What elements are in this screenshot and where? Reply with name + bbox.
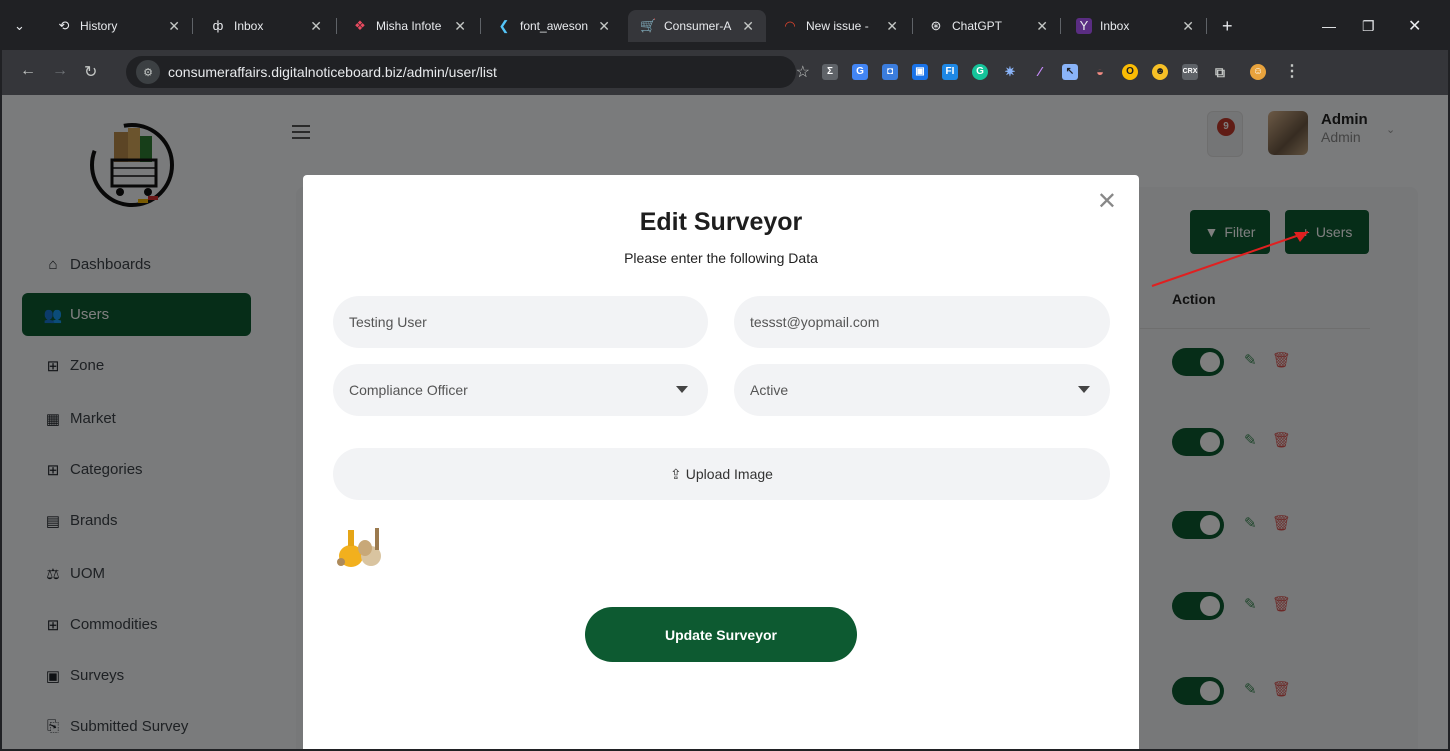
translate-extension-icon[interactable]: G [852, 64, 868, 80]
inbox-app-icon: ф [212, 18, 224, 33]
ring-extension-icon[interactable]: O [1122, 64, 1138, 80]
grammarly-icon[interactable]: G [972, 64, 988, 80]
status-select[interactable]: Active [734, 364, 1110, 416]
reload-icon[interactable]: ↻ [84, 62, 97, 82]
close-icon[interactable]: ✕ [1182, 18, 1194, 35]
color-picker-extension-icon[interactable]: ✷ [1002, 64, 1018, 80]
upload-label: Upload Image [685, 466, 773, 482]
tab-inbox[interactable]: ф Inbox ✕ [198, 10, 334, 42]
tab-font-awesome[interactable]: ❮ font_aweson ✕ [484, 10, 622, 42]
chevron-down-icon: ⌄ [14, 18, 25, 33]
forward-arrow-icon[interactable]: → [52, 62, 68, 80]
flutter-icon: ❮ [498, 18, 510, 33]
browser-menu-icon[interactable]: ⋮ [1284, 64, 1300, 80]
window-close-icon[interactable]: ✕ [1396, 10, 1421, 42]
tab-label: Consumer-A [664, 19, 732, 33]
tab-label: Inbox [1100, 19, 1130, 33]
tab-label: New issue - [806, 19, 869, 33]
tab-search-button[interactable]: ⌄ [8, 10, 32, 42]
tab-label: ChatGPT [952, 19, 1003, 33]
address-bar[interactable]: ⚙ consumeraffairs.digitalnoticeboard.biz… [126, 56, 810, 88]
back-arrow-icon[interactable]: ← [20, 62, 36, 80]
close-icon[interactable]: ✕ [598, 18, 610, 35]
close-icon[interactable]: ✕ [168, 18, 180, 35]
close-icon[interactable]: ✕ [1036, 18, 1048, 35]
close-icon[interactable]: ✕ [886, 18, 898, 35]
tab-label: font_aweson [520, 19, 589, 33]
sigma-extension-icon[interactable]: Σ [822, 64, 838, 80]
history-icon: ⟲ [58, 18, 70, 33]
site-settings-icon[interactable]: ⚙ [136, 60, 160, 84]
role-select-value: Compliance Officer [349, 382, 468, 398]
close-icon[interactable]: ✕ [742, 18, 754, 35]
browser-toolbar: ← → ↻ ⚙ consumeraffairs.digitalnoticeboa… [0, 50, 1450, 95]
caret-down-icon [1078, 386, 1090, 393]
close-icon[interactable]: ✕ [310, 18, 322, 35]
upload-icon: ⇪ [670, 465, 682, 482]
tab-inbox-2[interactable]: Y Inbox ✕ [1064, 10, 1206, 42]
modal-title: Edit Surveyor [639, 208, 803, 236]
tab-label: Inbox [234, 19, 264, 33]
uploaded-image-thumbnail [337, 528, 381, 567]
site-favicon-icon: ❖ [354, 18, 366, 33]
edit-surveyor-modal: ✕ Edit Surveyor Please enter the followi… [303, 175, 1139, 751]
tab-history[interactable]: ⟲ History ✕ [44, 10, 192, 42]
cursor-extension-icon[interactable]: ↖ [1062, 64, 1078, 80]
role-select[interactable]: Compliance Officer [333, 364, 708, 416]
tab-misha[interactable]: ❖ Misha Infote ✕ [340, 10, 478, 42]
screenshot-extension-icon[interactable]: ▣ [912, 64, 928, 80]
bookmark-star-icon[interactable]: ☆ [796, 62, 810, 82]
tab-new-issue[interactable]: ◠ New issue - ✕ [770, 10, 910, 42]
annotation-arrow [1151, 231, 1309, 287]
browser-tab-strip: ⌄ ⟲ History ✕ ф Inbox ✕ ❖ Misha Infote ✕… [0, 0, 1450, 50]
wave-extension-icon[interactable]: ◒ [1092, 64, 1108, 80]
yahoo-mail-icon: Y [1076, 18, 1092, 34]
url-text: consumeraffairs.digitalnoticeboard.biz/a… [168, 64, 497, 80]
upload-image-button[interactable]: ⇪ Upload Image [333, 448, 1110, 500]
tab-chatgpt[interactable]: ⊛ ChatGPT ✕ [916, 10, 1060, 42]
minimize-icon[interactable]: — [1310, 10, 1336, 42]
update-surveyor-button[interactable]: Update Surveyor [585, 607, 857, 662]
extensions-puzzle-icon[interactable]: ⧉ [1212, 64, 1228, 80]
status-select-value: Active [750, 382, 789, 398]
restore-icon[interactable]: ❐ [1350, 10, 1375, 42]
name-field[interactable]: Testing User [333, 296, 708, 348]
email-field[interactable]: tessst@yopmail.com [734, 296, 1110, 348]
chatgpt-icon: ⊛ [930, 18, 942, 33]
cart-favicon-icon: 🛒 [640, 18, 657, 33]
tab-label: History [80, 19, 118, 33]
profile-avatar-icon[interactable]: ☺ [1250, 64, 1266, 80]
issue-favicon-icon: ◠ [784, 18, 796, 33]
new-tab-button[interactable]: + [1210, 10, 1240, 42]
close-icon[interactable]: ✕ [454, 18, 466, 35]
emoji-extension-icon[interactable]: ☻ [1152, 64, 1168, 80]
feather-extension-icon[interactable]: ⁄ [1032, 64, 1048, 80]
app-page: ⌂ Dashboards 👥 Users ⊞ Zone ▦ Market ⊞ C… [0, 95, 1450, 751]
screen-extension-icon[interactable]: ◘ [882, 64, 898, 80]
fi-extension-icon[interactable]: FI [942, 64, 958, 80]
caret-down-icon [676, 386, 688, 393]
tab-consumer-affairs[interactable]: 🛒 Consumer-A ✕ [628, 10, 766, 42]
crx-extension-icon[interactable]: CRX [1182, 64, 1198, 80]
modal-subtitle: Please enter the following Data [624, 250, 818, 266]
tab-label: Misha Infote [376, 19, 442, 33]
